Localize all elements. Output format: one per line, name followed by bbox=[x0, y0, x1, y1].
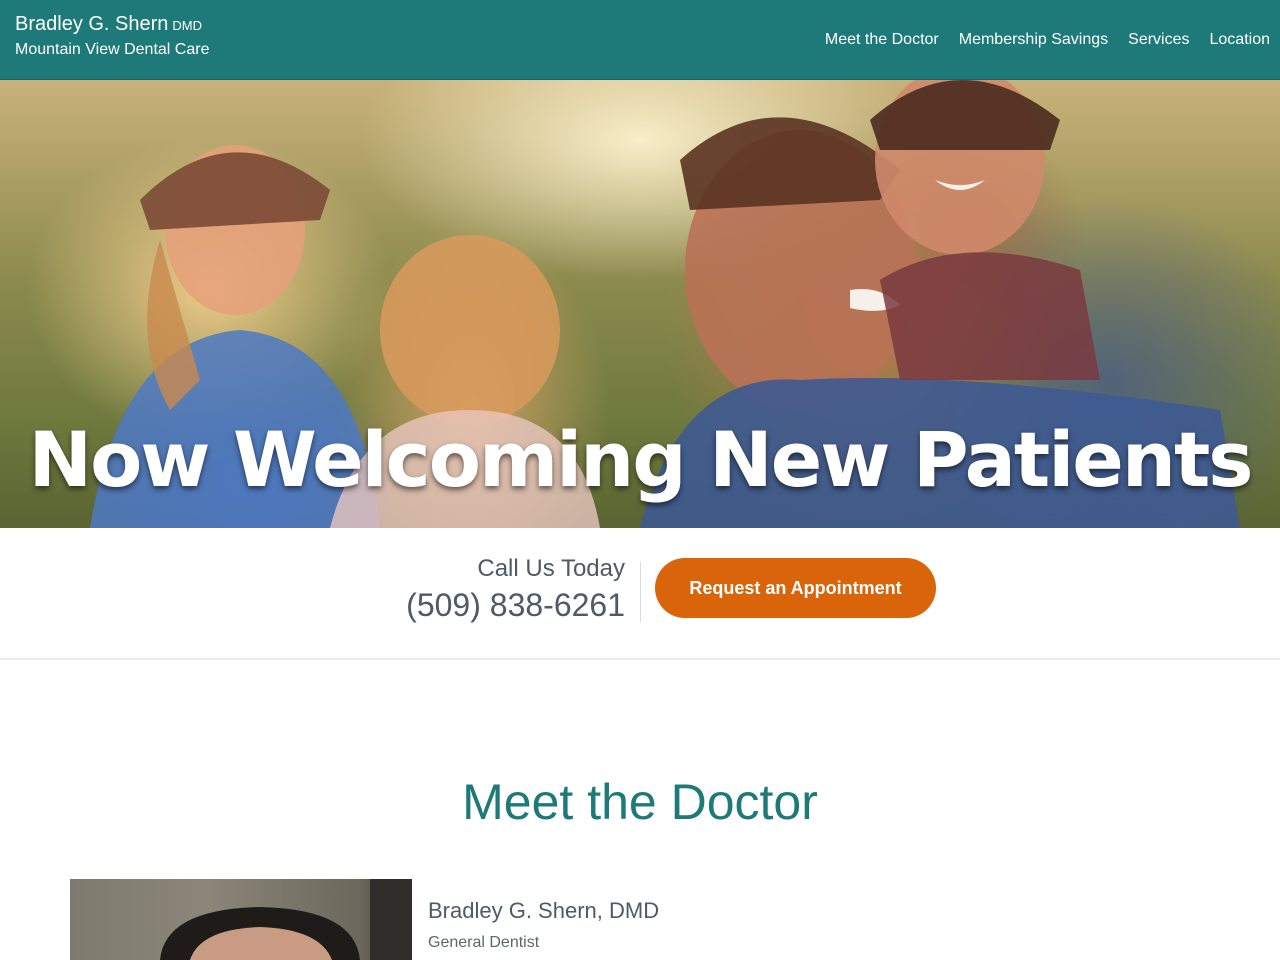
main-nav: Meet the Doctor Membership Savings Servi… bbox=[825, 29, 1270, 51]
contact-cta-bar: Call Us Today (509) 838-6261 Request an … bbox=[0, 528, 1280, 660]
request-appointment-button[interactable]: Request an Appointment bbox=[655, 558, 936, 618]
hero-headline: Now Welcoming New Patients bbox=[28, 415, 1253, 504]
doctor-name[interactable]: Bradley G. Shern, DMD bbox=[428, 898, 659, 924]
phone-number[interactable]: (509) 838-6261 bbox=[406, 586, 625, 624]
site-header: Bradley G. Shern DMD Mountain View Dental… bbox=[0, 0, 1280, 80]
nav-location[interactable]: Location bbox=[1210, 29, 1271, 51]
call-label: Call Us Today bbox=[477, 555, 625, 582]
nav-services[interactable]: Services bbox=[1128, 29, 1189, 51]
brand-practice: Mountain View Dental Care bbox=[15, 41, 210, 58]
doctor-photo bbox=[70, 879, 412, 960]
doctor-role: General Dentist bbox=[428, 934, 540, 951]
nav-meet-the-doctor[interactable]: Meet the Doctor bbox=[825, 29, 939, 51]
brand-name-text: Bradley G. Shern bbox=[15, 13, 169, 35]
brand-credential: DMD bbox=[172, 18, 203, 33]
hero-banner: Now Welcoming New Patients bbox=[0, 80, 1280, 528]
cta-divider bbox=[640, 562, 641, 622]
call-block: Call Us Today (509) 838-6261 bbox=[406, 554, 625, 624]
meet-the-doctor-heading: Meet the Doctor bbox=[462, 774, 818, 830]
nav-membership-savings[interactable]: Membership Savings bbox=[959, 29, 1108, 51]
brand-name: Bradley G. Shern DMD bbox=[15, 12, 209, 38]
brand[interactable]: Bradley G. Shern DMD Mountain View Dental… bbox=[15, 12, 209, 62]
doctor-portrait-image bbox=[160, 879, 412, 960]
